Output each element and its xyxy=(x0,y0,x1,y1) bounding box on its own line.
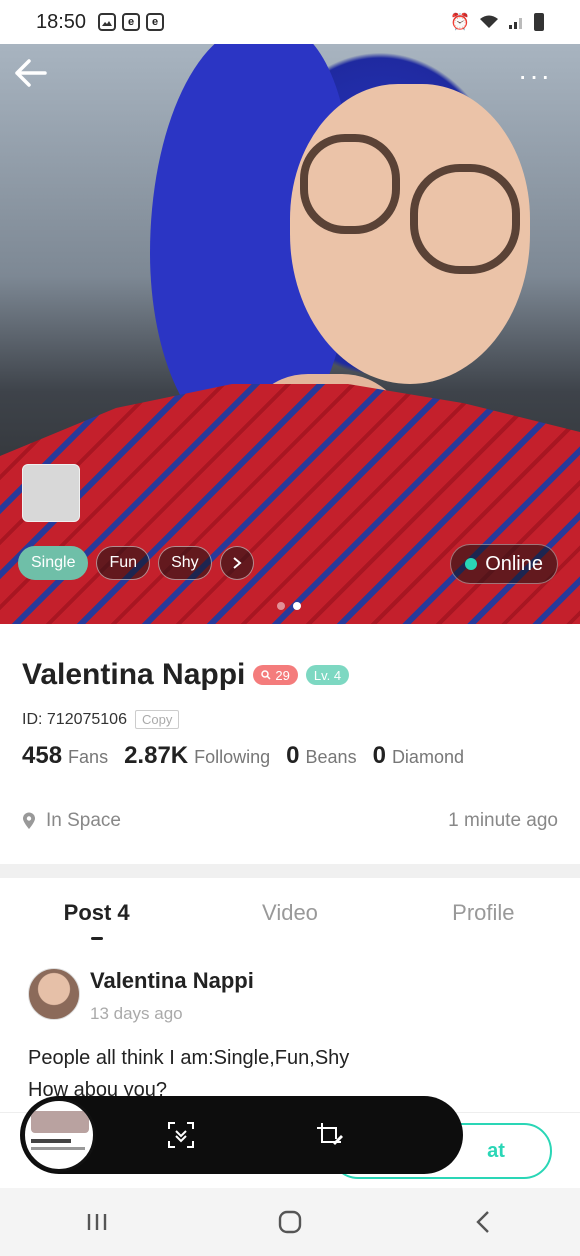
recent-apps-icon[interactable] xyxy=(77,1202,117,1242)
alarm-icon: ⏰ xyxy=(450,14,470,31)
tag-list: Single Fun Shy xyxy=(18,546,254,580)
screenshot-thumbnail-image xyxy=(31,1111,89,1133)
carousel-dot[interactable] xyxy=(277,602,285,610)
online-dot-icon xyxy=(465,558,478,570)
photo-thumbnail[interactable] xyxy=(22,464,80,522)
tab-profile-label: Profile xyxy=(452,900,515,925)
tab-post[interactable]: Post 4 xyxy=(0,878,193,948)
status-time: 18:50 xyxy=(36,10,87,33)
name-row: Valentina Nappi 29 Lv. 4 xyxy=(22,658,350,692)
scroll-capture-icon[interactable] xyxy=(166,1120,196,1150)
id-row: ID: 712075106 Copy xyxy=(22,710,180,729)
e-icon: e xyxy=(122,13,141,31)
carousel-indicator xyxy=(277,602,301,610)
beans-count: 0 xyxy=(286,742,300,769)
profile-info: Valentina Nappi 29 Lv. 4 ID: 712075106 C… xyxy=(0,624,580,864)
back-arrow-icon[interactable] xyxy=(10,56,50,96)
screenshot-toolbar xyxy=(20,1096,463,1174)
profile-name: Valentina Nappi xyxy=(22,658,246,691)
screenshot-thumbnail-line xyxy=(31,1139,71,1143)
system-nav-bar xyxy=(0,1188,580,1256)
carousel-dot-active[interactable] xyxy=(293,602,301,610)
battery-icon xyxy=(534,13,544,31)
profile-tabs: Post 4 Video Profile xyxy=(0,878,580,948)
diamond-label: Diamond xyxy=(391,747,464,767)
tag-chip[interactable]: Fun xyxy=(96,546,151,580)
wifi-icon xyxy=(480,15,498,28)
location-pin-icon xyxy=(23,812,35,829)
chat-button-label: at xyxy=(487,1139,505,1162)
online-status-badge: Online xyxy=(450,544,558,584)
tab-video[interactable]: Video xyxy=(193,878,386,948)
beans-label: Beans xyxy=(305,747,357,767)
home-icon[interactable] xyxy=(270,1202,310,1242)
age-value: 29 xyxy=(275,667,290,683)
chevron-right-icon[interactable] xyxy=(219,546,254,580)
post-author[interactable]: Valentina Nappi xyxy=(90,968,254,994)
location-text: In Space xyxy=(46,810,121,831)
tag-chip[interactable]: Shy xyxy=(158,546,212,580)
photo-glasses-right xyxy=(410,164,520,274)
last-seen-text: 1 minute ago xyxy=(448,810,558,831)
copy-id-button[interactable]: Copy xyxy=(134,710,180,729)
fans-count[interactable]: 458 xyxy=(22,742,62,770)
profile-photo[interactable] xyxy=(0,44,580,624)
status-icons-left: e e xyxy=(98,13,165,31)
tab-video-label: Video xyxy=(262,900,318,925)
e-icon: e xyxy=(146,13,165,31)
location-row: In Space 1 minute ago xyxy=(22,810,558,832)
gender-icon xyxy=(261,670,271,680)
following-count[interactable]: 2.87K xyxy=(124,742,188,770)
more-options-icon[interactable]: ··· xyxy=(518,60,552,92)
stats-row: 458 Fans 2.87K Following 0 Beans 0 Diamo… xyxy=(22,742,474,770)
status-bar: 18:50 e e ⏰ xyxy=(0,0,580,44)
fans-label[interactable]: Fans xyxy=(68,747,108,768)
tab-post-label: Post 4 xyxy=(63,900,130,925)
screenshot-thumbnail-line xyxy=(31,1147,85,1150)
photo-glasses-left xyxy=(300,134,400,234)
age-badge: 29 xyxy=(253,665,298,685)
diamond-count: 0 xyxy=(372,742,386,769)
avatar[interactable] xyxy=(28,968,80,1020)
screenshot-thumbnail[interactable] xyxy=(22,1098,96,1172)
tab-profile[interactable]: Profile xyxy=(387,878,580,948)
post-time: 13 days ago xyxy=(90,1004,183,1023)
back-icon[interactable] xyxy=(463,1202,503,1242)
status-icons-right: ⏰ xyxy=(450,12,544,32)
image-icon xyxy=(98,13,117,31)
user-id: ID: 712075106 xyxy=(22,710,127,728)
online-label: Online xyxy=(485,552,543,575)
crop-edit-icon[interactable] xyxy=(314,1120,344,1150)
level-badge: Lv. 4 xyxy=(305,665,350,685)
section-divider xyxy=(0,864,580,878)
signal-icon xyxy=(509,18,522,29)
following-label[interactable]: Following xyxy=(194,747,270,768)
tab-active-indicator xyxy=(90,937,103,940)
photo-sweater xyxy=(0,384,580,624)
tag-chip[interactable]: Single xyxy=(18,546,89,580)
